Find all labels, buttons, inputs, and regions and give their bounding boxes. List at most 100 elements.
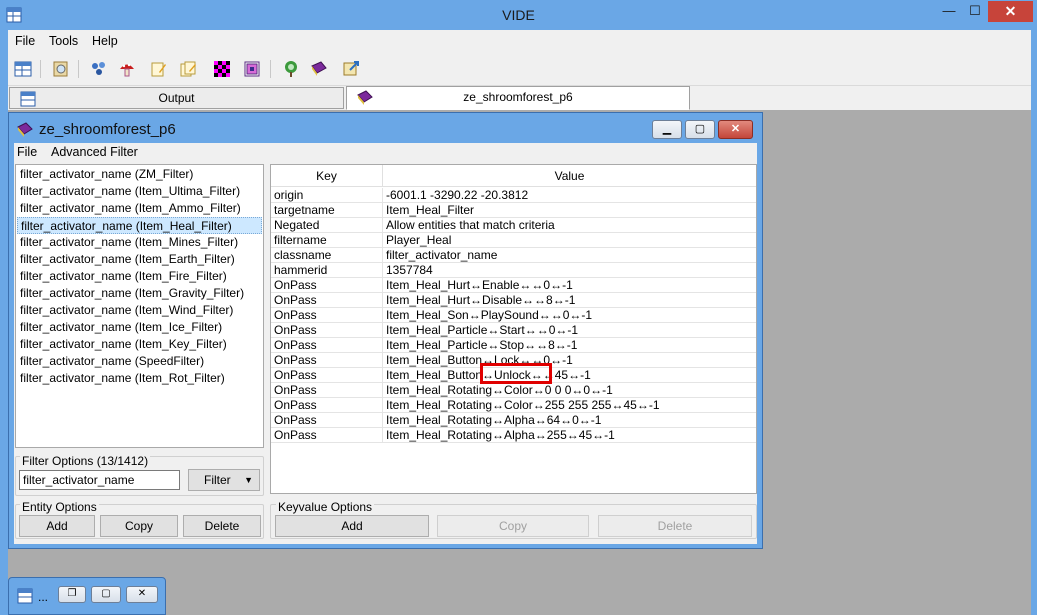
key-cell: OnPass bbox=[274, 353, 317, 367]
minimize-button[interactable]: — bbox=[936, 1, 962, 22]
title-bar[interactable]: VIDE — ☐ ✕ bbox=[0, 0, 1037, 30]
tree-icon[interactable] bbox=[280, 58, 302, 80]
tab-output[interactable]: Output bbox=[9, 87, 344, 109]
table-row[interactable]: OnPass Item_Heal_Rotating↔Color↔255 255 2… bbox=[271, 398, 756, 413]
child-minimize-button[interactable]: ▁ bbox=[652, 120, 682, 139]
column-header-value[interactable]: Value bbox=[383, 165, 756, 187]
export-icon[interactable] bbox=[340, 58, 362, 80]
edit-icon[interactable] bbox=[148, 58, 170, 80]
table-row[interactable]: OnPass Item_Heal_Hurt↔Disable↔↔8↔-1 bbox=[271, 293, 756, 308]
value-cell: Item_Heal_Rotating↔Alpha↔255↔45↔-1 bbox=[386, 428, 615, 442]
filter-input[interactable]: filter_activator_name bbox=[19, 470, 180, 490]
keyvalue-table[interactable]: Key Value origin -6001.1 -3290.22 -20.381… bbox=[270, 164, 757, 494]
keyvalue-delete-button[interactable]: Delete bbox=[598, 515, 752, 537]
key-cell: OnPass bbox=[274, 383, 317, 397]
tab-strip: Output ze_shroomforest_p6 bbox=[8, 86, 1031, 110]
child-window: ze_shroomforest_p6 ▁ ▢ ✕ File Advanced F… bbox=[8, 112, 763, 549]
minimized-window[interactable]: ... ❐ ▢ ✕ bbox=[8, 577, 166, 615]
table-row[interactable]: OnPass Item_Heal_Particle↔Stop↔↔8↔-1 bbox=[271, 338, 756, 353]
close-button[interactable]: ✕ bbox=[988, 1, 1033, 22]
key-cell: hammerid bbox=[274, 263, 328, 277]
book-icon[interactable] bbox=[308, 58, 330, 80]
column-header-key[interactable]: Key bbox=[271, 165, 383, 187]
table-row[interactable]: OnPass Item_Heal_Rotating↔Color↔0 0 0↔0↔-… bbox=[271, 383, 756, 398]
table-row[interactable]: OnPass Item_Heal_Rotating↔Alpha↔64↔0↔-1 bbox=[271, 413, 756, 428]
search-icon[interactable] bbox=[50, 58, 72, 80]
checker-icon[interactable] bbox=[211, 58, 233, 80]
maximize-button[interactable]: ▢ bbox=[91, 586, 121, 603]
highlight-annotation-box bbox=[480, 363, 552, 384]
keyvalue-add-button[interactable]: Add bbox=[275, 515, 429, 537]
value-cell: 1357784 bbox=[386, 263, 433, 277]
table-row[interactable]: OnPass Item_Heal_Particle↔Start↔↔0↔-1 bbox=[271, 323, 756, 338]
list-item[interactable]: filter_activator_name (Item_Wind_Filter) bbox=[17, 302, 262, 319]
value-cell: Item_Heal_Filter bbox=[386, 203, 475, 217]
table-row[interactable]: filtername Player_Heal bbox=[271, 233, 756, 248]
value-cell: Item_Heal_Particle↔Stop↔↔8↔-1 bbox=[386, 338, 578, 352]
edit-copy-icon[interactable] bbox=[178, 58, 200, 80]
list-item[interactable]: filter_activator_name (Item_Ammo_Filter) bbox=[17, 200, 262, 217]
grid-icon[interactable] bbox=[12, 58, 34, 80]
keyvalue-copy-button[interactable]: Copy bbox=[437, 515, 589, 537]
value-cell: Item_Heal_Hurt↔Enable↔↔0↔-1 bbox=[386, 278, 573, 292]
value-cell: Item_Heal_Particle↔Start↔↔0↔-1 bbox=[386, 323, 579, 337]
entity-delete-button[interactable]: Delete bbox=[183, 515, 261, 537]
list-item[interactable]: filter_activator_name (Item_Key_Filter) bbox=[17, 336, 262, 353]
menu-file[interactable]: File bbox=[15, 34, 35, 48]
list-item[interactable]: filter_activator_name (Item_Ultima_Filte… bbox=[17, 183, 262, 200]
filter-button[interactable]: Filter ▼ bbox=[188, 469, 260, 491]
list-item[interactable]: filter_activator_name (Item_Gravity_Filt… bbox=[17, 285, 262, 302]
key-cell: OnPass bbox=[274, 413, 317, 427]
value-cell: -6001.1 -3290.22 -20.3812 bbox=[386, 188, 529, 202]
table-row[interactable]: origin -6001.1 -3290.22 -20.3812 bbox=[271, 188, 756, 203]
table-row[interactable]: OnPass Item_Heal_Hurt↔Enable↔↔0↔-1 bbox=[271, 278, 756, 293]
list-item[interactable]: filter_activator_name (ZM_Filter) bbox=[17, 166, 262, 183]
list-item[interactable]: filter_activator_name (Item_Ice_Filter) bbox=[17, 319, 262, 336]
mushroom-icon[interactable] bbox=[116, 58, 138, 80]
table-row[interactable]: OnPass Item_Heal_Rotating↔Alpha↔255↔45↔-1 bbox=[271, 428, 756, 443]
entities-icon[interactable] bbox=[88, 58, 110, 80]
value-cell: Item_Heal_Hurt↔Disable↔↔8↔-1 bbox=[386, 293, 576, 307]
entity-list[interactable]: filter_activator_name (ZM_Filter) filter… bbox=[15, 164, 264, 448]
minimized-window-label: ... bbox=[38, 590, 49, 604]
table-row[interactable]: classname filter_activator_name bbox=[271, 248, 756, 263]
child-menu-file[interactable]: File bbox=[17, 145, 37, 159]
menu-tools[interactable]: Tools bbox=[49, 34, 78, 48]
maximize-button[interactable]: ☐ bbox=[962, 1, 988, 22]
table-row[interactable]: hammerid 1357784 bbox=[271, 263, 756, 278]
restore-button[interactable]: ❐ bbox=[58, 586, 86, 603]
value-cell: Item_Heal_Rotating↔Color↔0 0 0↔0↔-1 bbox=[386, 383, 613, 397]
key-cell: classname bbox=[274, 248, 332, 262]
chevron-down-icon[interactable]: ▼ bbox=[244, 470, 253, 490]
app-title: VIDE bbox=[502, 7, 535, 23]
toolbar bbox=[8, 52, 1031, 86]
entity-add-button[interactable]: Add bbox=[19, 515, 95, 537]
table-row[interactable]: targetname Item_Heal_Filter bbox=[271, 203, 756, 218]
child-close-button[interactable]: ✕ bbox=[718, 120, 753, 139]
list-item[interactable]: filter_activator_name (Item_Earth_Filter… bbox=[17, 251, 262, 268]
list-item[interactable]: filter_activator_name (Item_Rot_Filter) bbox=[17, 370, 262, 387]
key-cell: OnPass bbox=[274, 308, 317, 322]
layers-icon[interactable] bbox=[241, 58, 263, 80]
menu-help[interactable]: Help bbox=[92, 34, 118, 48]
list-item[interactable]: filter_activator_name (Item_Mines_Filter… bbox=[17, 234, 262, 251]
close-button[interactable]: ✕ bbox=[126, 586, 158, 603]
value-cell: Allow entities that match criteria bbox=[386, 218, 555, 232]
value-cell: Item_Heal_Rotating↔Color↔255 255 255↔45↔… bbox=[386, 398, 660, 412]
key-cell: OnPass bbox=[274, 398, 317, 412]
child-menu-advanced-filter[interactable]: Advanced Filter bbox=[51, 145, 138, 159]
tab-ze-shroomforest[interactable]: ze_shroomforest_p6 bbox=[346, 86, 690, 110]
table-row[interactable]: OnPass Item_Heal_Son↔PlaySound↔↔0↔-1 bbox=[271, 308, 756, 323]
child-client-area: File Advanced Filter filter_activator_na… bbox=[14, 143, 757, 544]
menu-bar: File Tools Help bbox=[8, 30, 1031, 52]
list-item[interactable]: filter_activator_name (Item_Fire_Filter) bbox=[17, 268, 262, 285]
table-row[interactable]: Negated Allow entities that match criteri… bbox=[271, 218, 756, 233]
child-maximize-button[interactable]: ▢ bbox=[685, 120, 715, 139]
list-item-selected[interactable]: filter_activator_name (Item_Heal_Filter) bbox=[17, 217, 262, 234]
entity-copy-button[interactable]: Copy bbox=[100, 515, 178, 537]
list-item[interactable]: filter_activator_name (SpeedFilter) bbox=[17, 353, 262, 370]
key-cell: OnPass bbox=[274, 368, 317, 382]
main-window: VIDE — ☐ ✕ File Tools Help Output ze_shr… bbox=[0, 0, 1037, 615]
grid-icon bbox=[17, 588, 33, 604]
key-cell: filtername bbox=[274, 233, 327, 247]
